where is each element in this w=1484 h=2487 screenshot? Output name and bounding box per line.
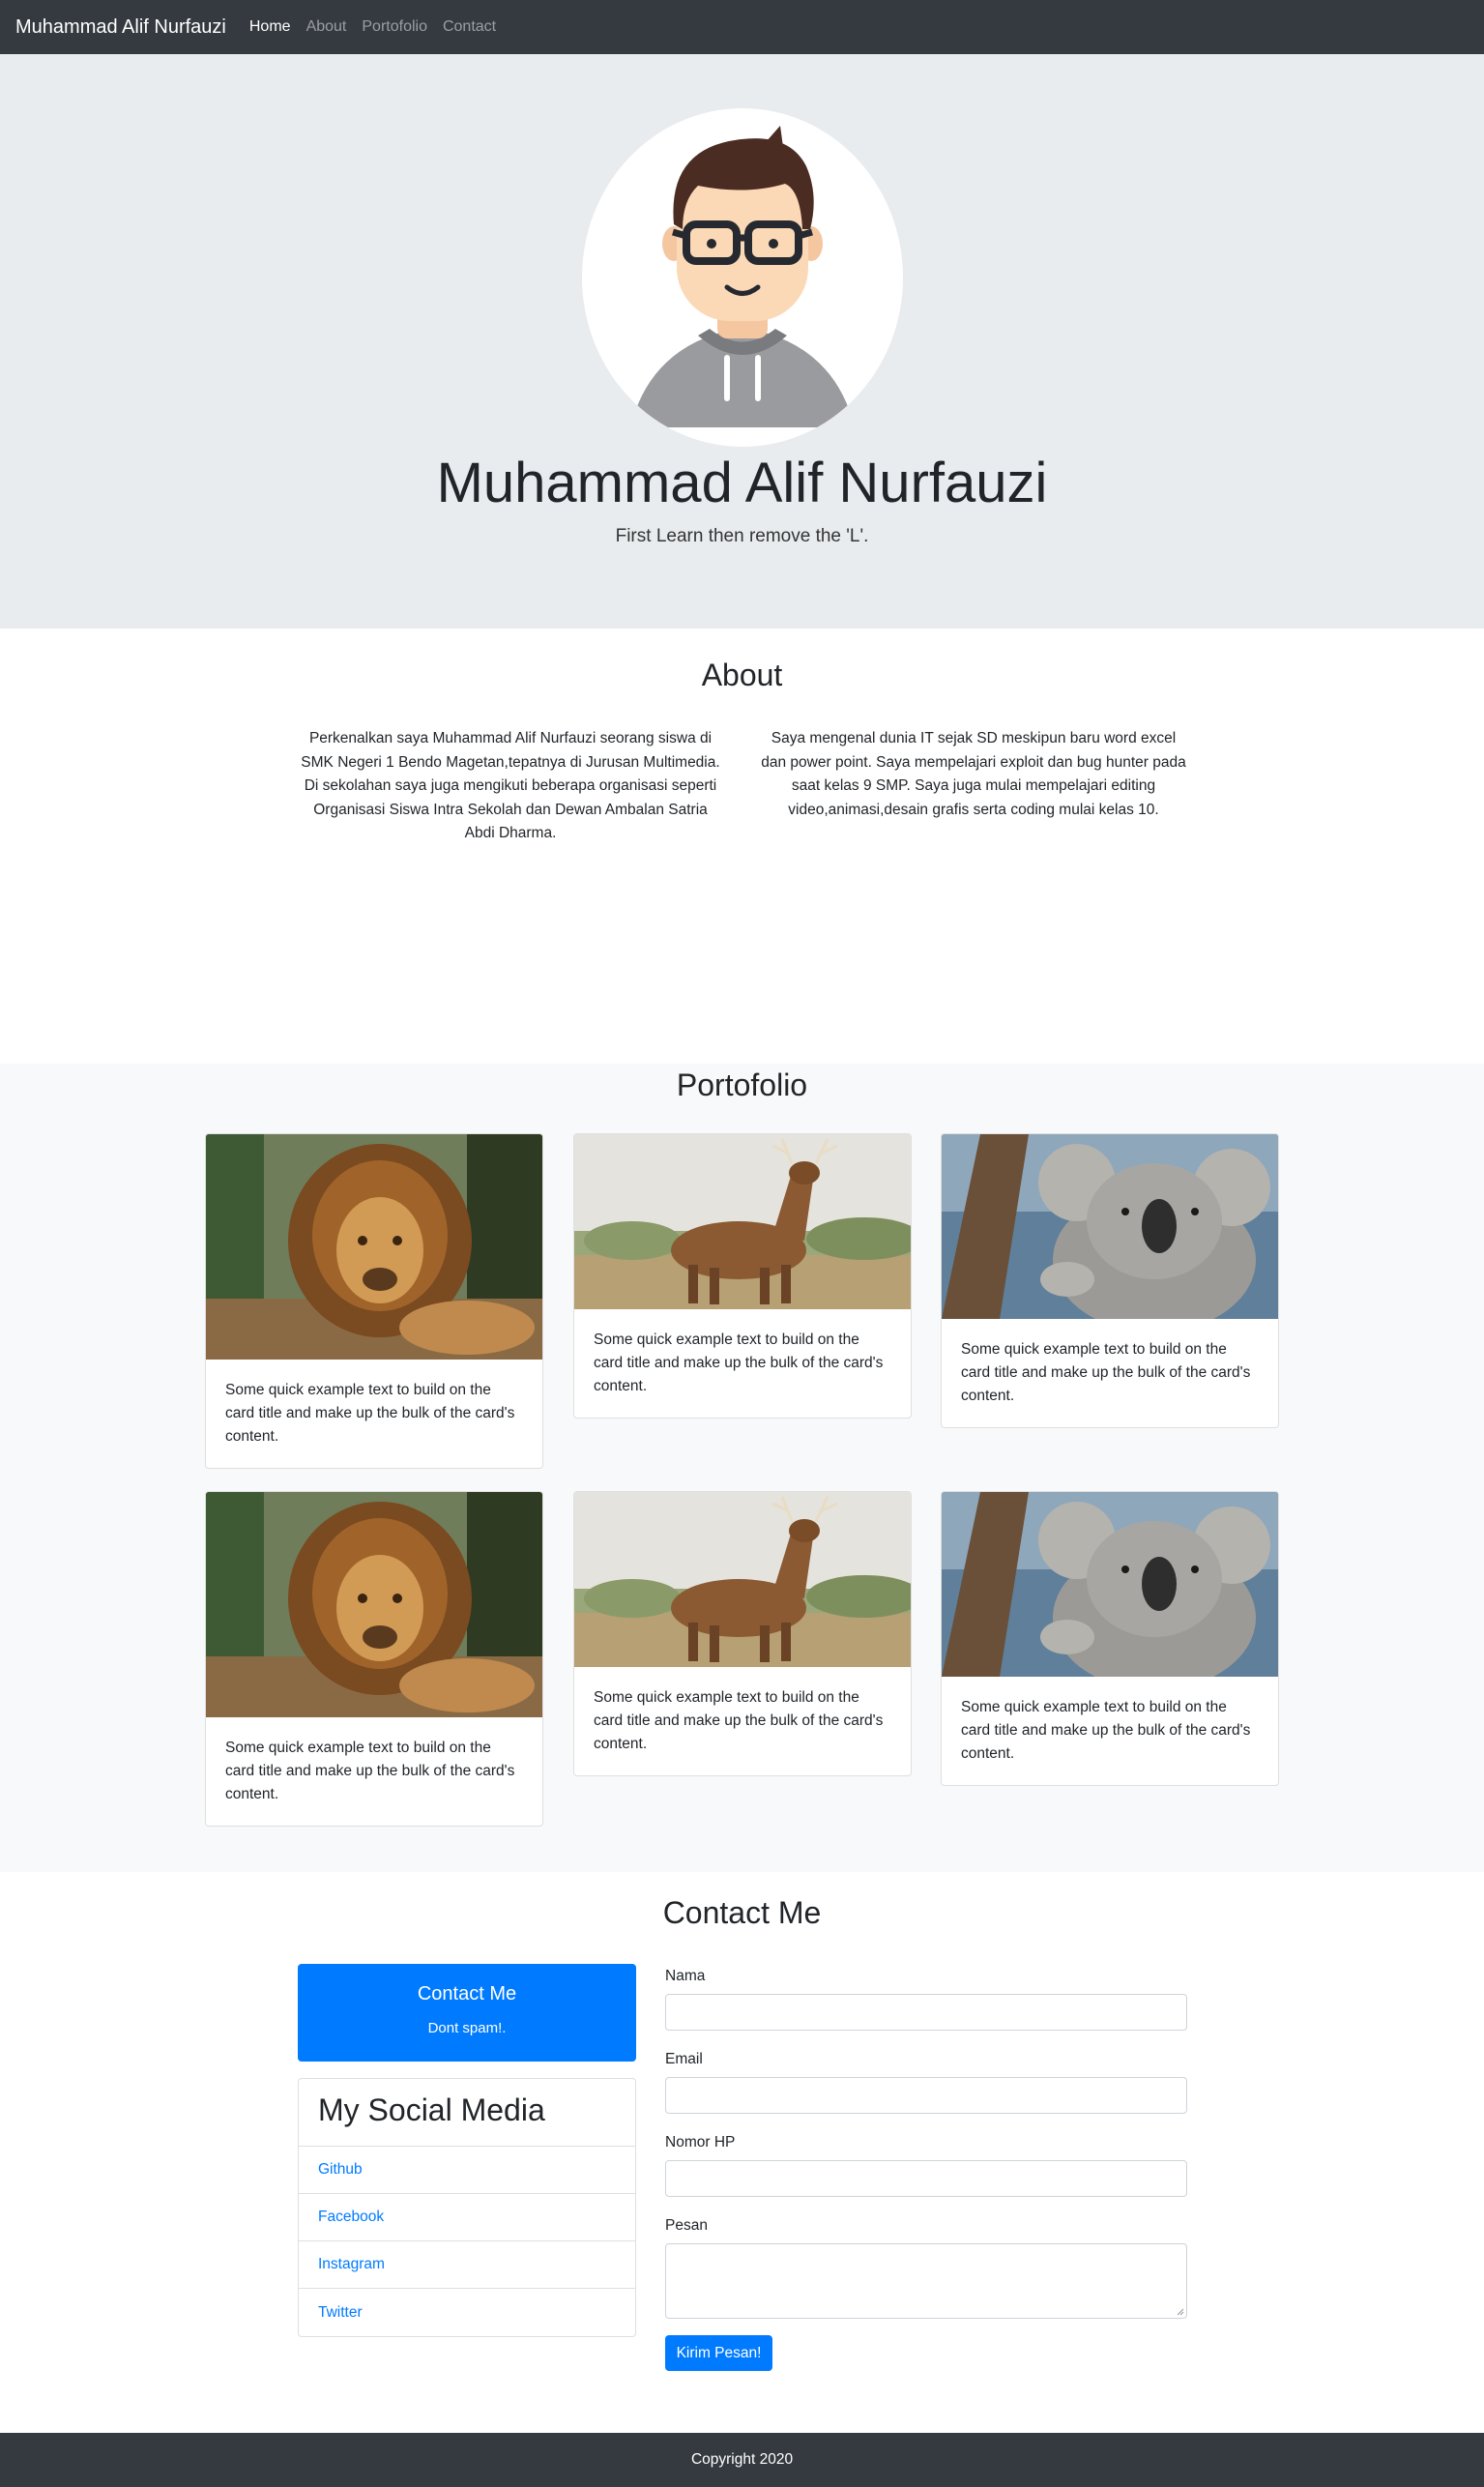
contact-box: Contact Me Dont spam!. xyxy=(298,1964,636,2062)
copyright-text: Copyright 2020 xyxy=(690,2451,794,2468)
portfolio-card-deer: Some quick example text to build on the … xyxy=(573,1491,912,1776)
lion-image xyxy=(206,1134,542,1360)
card-text: Some quick example text to build on the … xyxy=(225,1740,515,1802)
portfolio-card-koala: Some quick example text to build on the … xyxy=(941,1491,1279,1786)
submit-button[interactable]: Kirim Pesan! xyxy=(665,2335,772,2371)
card-text: Some quick example text to build on the … xyxy=(961,1699,1251,1762)
social-media-title: My Social Media xyxy=(299,2079,635,2147)
nav-about[interactable]: About xyxy=(306,18,347,36)
navbar: Muhammad Alif Nurfauzi Home About Portof… xyxy=(0,0,1484,54)
card-text: Some quick example text to build on the … xyxy=(961,1341,1251,1404)
social-link-github[interactable]: Github xyxy=(299,2147,635,2194)
hero-tagline: First Learn then remove the 'L'. xyxy=(615,526,869,546)
hero-title: Muhammad Alif Nurfauzi xyxy=(436,452,1048,514)
name-label: Nama xyxy=(665,1968,706,1984)
email-label: Email xyxy=(665,2051,703,2067)
social-link-twitter[interactable]: Twitter xyxy=(299,2289,635,2336)
portfolio-card-deer: Some quick example text to build on the … xyxy=(573,1133,912,1419)
navbar-brand[interactable]: Muhammad Alif Nurfauzi xyxy=(15,16,226,39)
nav-home[interactable]: Home xyxy=(249,18,291,36)
email-input[interactable] xyxy=(665,2077,1187,2114)
nav-portfolio[interactable]: Portofolio xyxy=(362,18,427,36)
phone-label: Nomor HP xyxy=(665,2134,736,2151)
koala-image xyxy=(942,1492,1278,1677)
lion-image xyxy=(206,1492,542,1717)
portfolio-card-lion: Some quick example text to build on the … xyxy=(205,1491,543,1827)
nav-contact[interactable]: Contact xyxy=(443,18,496,36)
deer-image xyxy=(574,1492,911,1667)
social-media-list: My Social Media Github Facebook Instagra… xyxy=(298,2078,636,2337)
portfolio-title: Portofolio xyxy=(676,1068,808,1102)
contact-box-subtitle: Dont spam!. xyxy=(427,2020,507,2036)
name-input[interactable] xyxy=(665,1994,1187,2031)
deer-image xyxy=(574,1134,911,1309)
social-link-facebook[interactable]: Facebook xyxy=(299,2194,635,2241)
portfolio-card-lion: Some quick example text to build on the … xyxy=(205,1133,543,1469)
resize-grip-icon[interactable] xyxy=(1177,2308,1184,2316)
portfolio-card-koala: Some quick example text to build on the … xyxy=(941,1133,1279,1428)
about-text-right: Saya mengenal dunia IT sejak SD meskipun… xyxy=(761,730,1186,818)
social-link-instagram[interactable]: Instagram xyxy=(299,2241,635,2289)
card-text: Some quick example text to build on the … xyxy=(594,1689,884,1752)
hero-section: Muhammad Alif Nurfauzi First Learn then … xyxy=(0,54,1484,629)
koala-image xyxy=(942,1134,1278,1319)
contact-title: Contact Me xyxy=(662,1895,822,1930)
about-text-left: Perkenalkan saya Muhammad Alif Nurfauzi … xyxy=(301,730,720,841)
avatar xyxy=(582,108,903,447)
card-text: Some quick example text to build on the … xyxy=(594,1331,884,1394)
card-text: Some quick example text to build on the … xyxy=(225,1382,515,1445)
message-textarea[interactable] xyxy=(665,2243,1187,2319)
footer: Copyright 2020 xyxy=(0,2433,1484,2487)
contact-box-title: Contact Me xyxy=(417,1983,517,2004)
message-label: Pesan xyxy=(665,2217,708,2234)
phone-input[interactable] xyxy=(665,2160,1187,2197)
avatar-icon xyxy=(630,126,855,427)
about-title: About xyxy=(701,658,783,692)
